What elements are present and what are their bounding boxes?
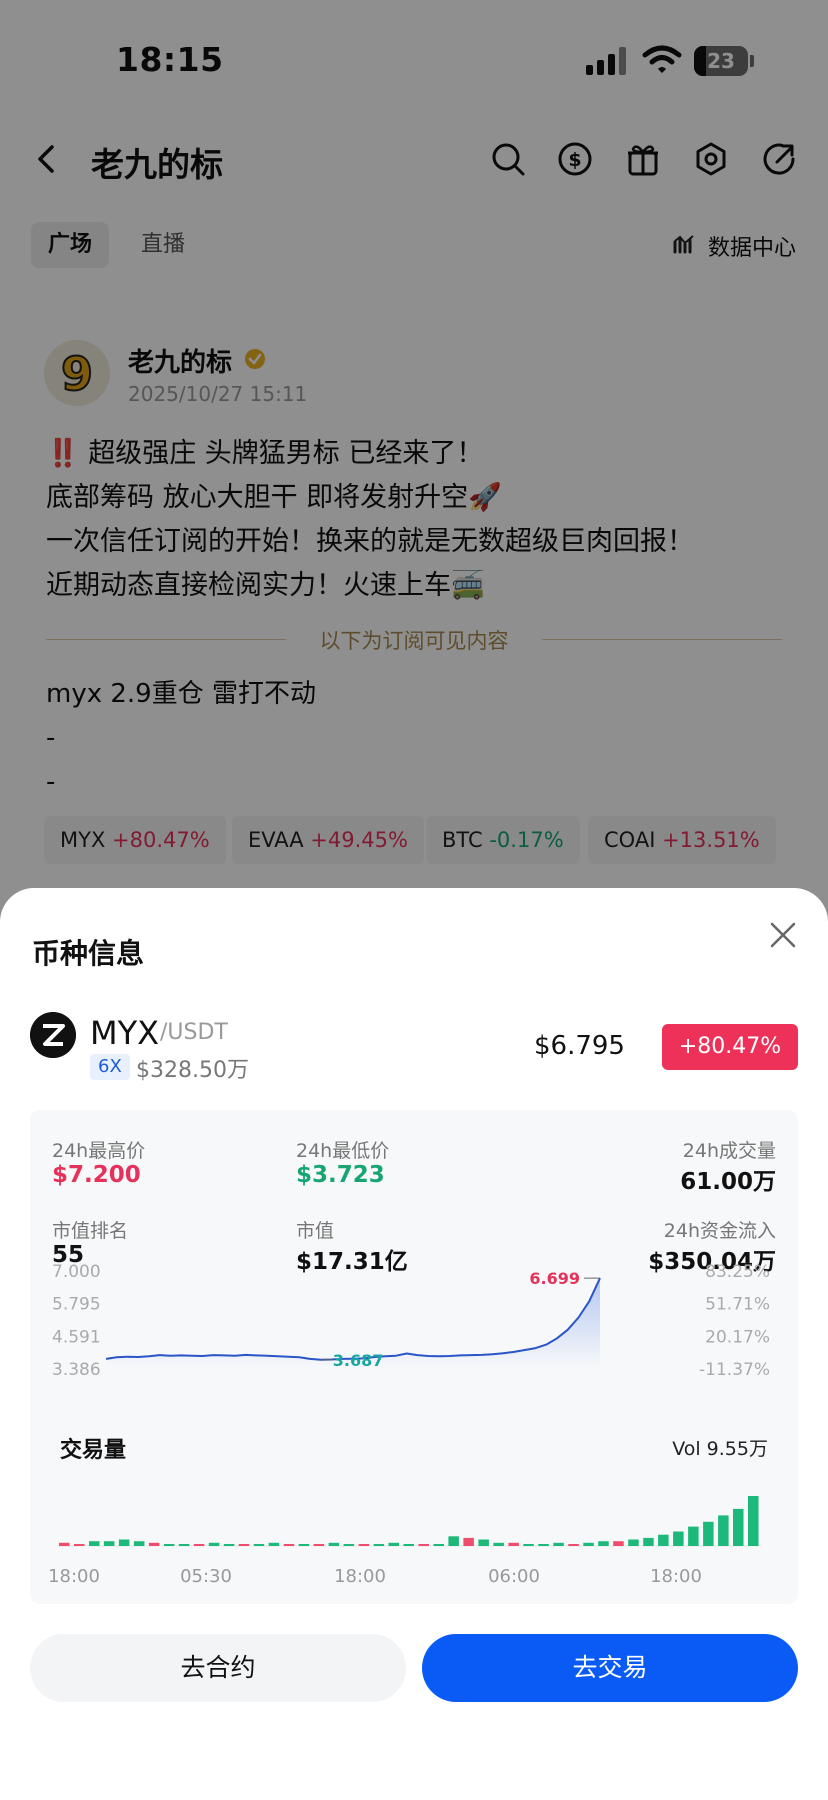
volume-bar	[358, 1544, 370, 1546]
y-tick-label-left: 3.386	[52, 1360, 101, 1380]
volume-bar	[598, 1541, 609, 1546]
volume-bar	[718, 1515, 729, 1546]
volume-bar	[703, 1521, 714, 1546]
volume-bar	[448, 1536, 459, 1546]
low-label: 24h最低价	[296, 1140, 390, 1162]
go-trade-button[interactable]: 去交易	[422, 1634, 798, 1702]
y-tick-label-left: 4.591	[52, 1327, 101, 1347]
high-label: 24h最高价	[52, 1140, 146, 1162]
rank-label: 市值排名	[52, 1220, 129, 1242]
volume-bar	[223, 1544, 235, 1546]
volume-bar	[238, 1544, 250, 1546]
y-tick-label-right: 83.25%	[705, 1262, 770, 1282]
x-tick-label: 06:00	[488, 1566, 540, 1587]
volume-bar	[748, 1496, 759, 1546]
coin-quote: /USDT	[160, 1020, 228, 1045]
volume-bar	[478, 1539, 489, 1546]
volume-bar	[148, 1542, 160, 1546]
volume-value: 61.00万	[680, 1169, 776, 1195]
y-tick-label-left: 5.795	[52, 1295, 101, 1315]
x-tick-label: 05:30	[180, 1566, 232, 1587]
volume-bar	[433, 1544, 444, 1546]
coin-volume: $328.50万	[136, 1058, 249, 1083]
volume-bar	[298, 1544, 310, 1546]
volume-bar	[163, 1544, 175, 1546]
low-value: $3.723	[296, 1162, 385, 1188]
mcap-label: 市值	[296, 1220, 335, 1242]
volume-bar	[103, 1541, 115, 1546]
volume-bar	[178, 1544, 190, 1546]
volume-bar	[658, 1534, 669, 1546]
volume-bar	[328, 1542, 340, 1546]
volume-bar	[523, 1544, 534, 1546]
x-tick-label: 18:00	[48, 1566, 100, 1587]
change-badge: +80.47%	[662, 1024, 798, 1070]
volume-bar	[688, 1526, 699, 1546]
y-tick-label-left: 7.000	[52, 1262, 101, 1282]
volume-bar	[538, 1544, 549, 1546]
volume-bar	[508, 1542, 519, 1546]
volume-bar	[343, 1544, 355, 1546]
volume-bar	[493, 1542, 504, 1546]
y-tick-label-right: -11.37%	[699, 1360, 770, 1380]
market-panel: 24h最高价 $7.200 24h最低价 $3.723 24h成交量 61.00…	[30, 1110, 798, 1604]
volume-total: Vol 9.55万	[672, 1438, 768, 1460]
volume-bar	[733, 1508, 744, 1546]
min-price-label: 3.687	[333, 1351, 384, 1370]
volume-bar	[283, 1544, 295, 1546]
price-line	[105, 1277, 601, 1361]
volume-title: 交易量	[60, 1438, 127, 1463]
leverage-badge: 6X	[90, 1054, 130, 1080]
volume-bar	[613, 1541, 624, 1546]
volume-chart[interactable]: 18:00 05:30 18:00 06:00 18:00	[30, 1470, 798, 1604]
volume-bar	[89, 1541, 100, 1546]
volume-bar	[553, 1542, 564, 1546]
volume-bar	[208, 1542, 220, 1546]
volume-bar	[643, 1537, 654, 1546]
coin-info-sheet: 币种信息 MYX /USDT 6X $328.50万 $6.795 +80.47…	[0, 888, 828, 1800]
volume-bar	[253, 1544, 265, 1546]
volume-bar	[373, 1544, 385, 1546]
volume-bar	[463, 1537, 474, 1546]
coin-symbol: MYX	[90, 1014, 160, 1052]
volume-bar	[59, 1542, 70, 1546]
inflow-label: 24h资金流入	[663, 1220, 776, 1242]
max-price-label: 6.699	[529, 1269, 580, 1288]
volume-bar	[418, 1544, 429, 1546]
go-futures-button[interactable]: 去合约	[30, 1634, 406, 1702]
volume-bar	[313, 1544, 325, 1546]
volume-bar	[118, 1539, 130, 1546]
volume-label: 24h成交量	[682, 1140, 776, 1162]
volume-bar	[133, 1541, 145, 1546]
close-icon[interactable]	[768, 920, 798, 950]
volume-bar	[74, 1544, 85, 1546]
coin-logo-icon	[30, 1012, 76, 1058]
last-price: $6.795	[534, 1031, 625, 1061]
y-tick-label-right: 51.71%	[705, 1295, 770, 1315]
x-tick-label: 18:00	[650, 1566, 702, 1587]
volume-bar	[388, 1542, 399, 1546]
volume-bar	[403, 1544, 414, 1546]
volume-bar	[268, 1542, 280, 1546]
x-tick-label: 18:00	[334, 1566, 386, 1587]
volume-bar	[673, 1531, 684, 1546]
volume-bar	[568, 1544, 579, 1546]
price-chart[interactable]: 7.000 5.795 4.591 3.386 83.25% 51.71% 20.17% -1…	[30, 1260, 798, 1410]
volume-bar	[583, 1542, 594, 1546]
sheet-title: 币种信息	[32, 937, 145, 970]
y-tick-label-right: 20.17%	[705, 1327, 770, 1347]
volume-bar	[628, 1539, 639, 1546]
volume-bar	[193, 1544, 205, 1546]
high-value: $7.200	[52, 1162, 141, 1188]
